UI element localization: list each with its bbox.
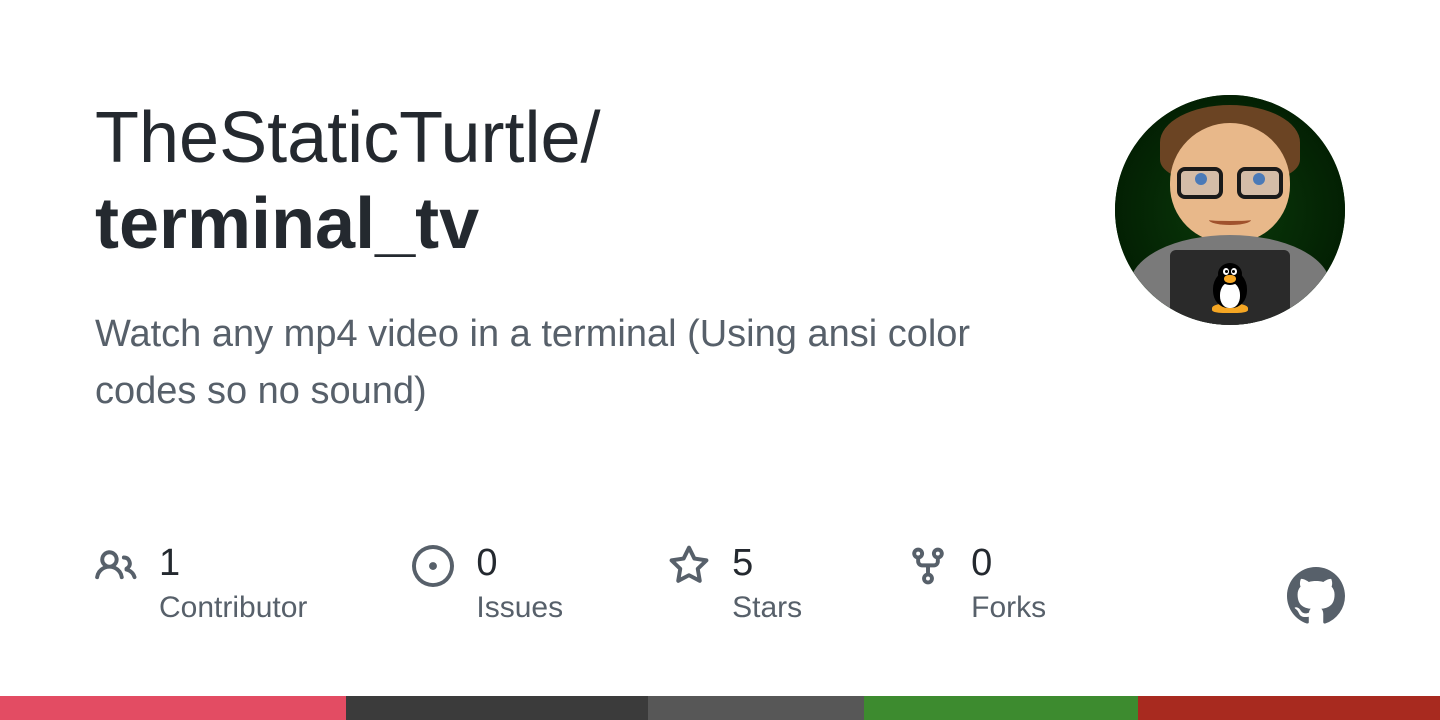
stat-forks[interactable]: 0 Forks <box>907 543 1046 625</box>
issues-count: 0 <box>476 543 563 585</box>
forks-count: 0 <box>971 543 1046 585</box>
issues-label: Issues <box>476 591 563 625</box>
language-segment <box>648 696 864 720</box>
language-bar <box>0 696 1440 720</box>
repo-title: TheStaticTurtle/ terminal_tv <box>95 95 1075 268</box>
repo-description: Watch any mp4 video in a terminal (Using… <box>95 306 1025 420</box>
fork-icon <box>907 545 949 587</box>
star-icon <box>668 545 710 587</box>
language-segment <box>346 696 648 720</box>
contributors-count: 1 <box>159 543 307 585</box>
avatar[interactable] <box>1115 95 1345 325</box>
repo-owner[interactable]: TheStaticTurtle/ <box>95 98 601 178</box>
stat-stars[interactable]: 5 Stars <box>668 543 802 625</box>
repo-name[interactable]: terminal_tv <box>95 181 1075 267</box>
stars-label: Stars <box>732 591 802 625</box>
language-segment <box>0 696 346 720</box>
language-segment <box>1138 696 1440 720</box>
stat-issues[interactable]: 0 Issues <box>412 543 563 625</box>
language-segment <box>864 696 1138 720</box>
stat-contributors[interactable]: 1 Contributor <box>95 543 307 625</box>
issue-icon <box>412 545 454 587</box>
forks-label: Forks <box>971 591 1046 625</box>
github-logo-icon[interactable] <box>1287 567 1345 625</box>
people-icon <box>95 545 137 587</box>
stars-count: 5 <box>732 543 802 585</box>
contributors-label: Contributor <box>159 591 307 625</box>
